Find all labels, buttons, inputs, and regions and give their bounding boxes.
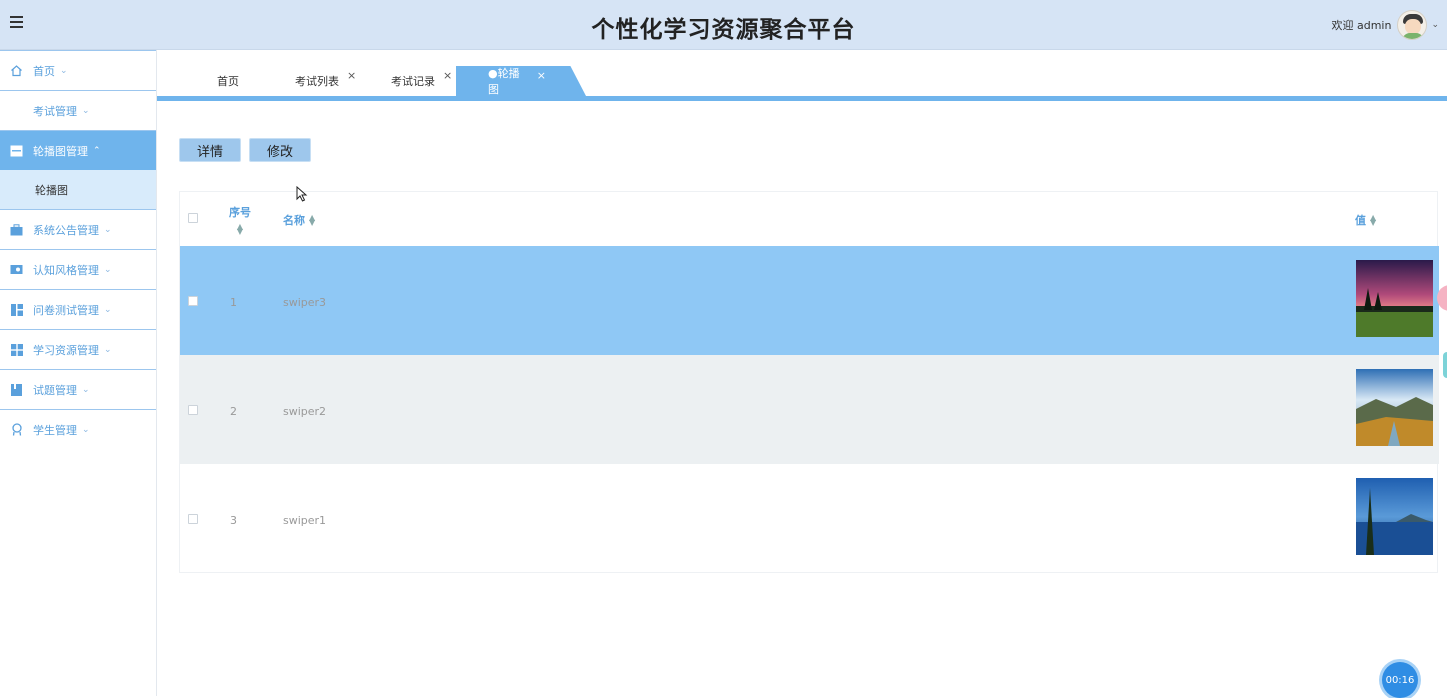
sidebar-item-label: 问卷测试管理 bbox=[33, 303, 99, 317]
sidebar-item-exam[interactable]: 考试管理 ⌄ bbox=[0, 90, 156, 130]
dashboard-icon bbox=[10, 303, 23, 316]
sidebar-item-cognitive-style[interactable]: 认知风格管理 ⌄ bbox=[0, 249, 156, 289]
column-header-label: 名称 bbox=[283, 214, 305, 227]
sidebar-item-carousel[interactable]: 轮播图管理 ⌃ bbox=[0, 130, 156, 170]
cell-index: 2 bbox=[230, 405, 237, 418]
grid-icon bbox=[10, 343, 23, 356]
row-checkbox[interactable] bbox=[188, 296, 198, 306]
thumbnail-image[interactable] bbox=[1356, 478, 1433, 555]
chevron-down-icon: ⌄ bbox=[104, 344, 112, 355]
table-row[interactable]: 2 swiper2 bbox=[180, 355, 1439, 464]
close-icon[interactable]: × bbox=[347, 69, 356, 82]
tab-label: 首页 bbox=[217, 75, 239, 88]
select-all-checkbox[interactable] bbox=[188, 213, 198, 223]
close-icon[interactable]: × bbox=[443, 69, 452, 82]
tab-exam-records[interactable]: 考试记录 × bbox=[381, 66, 462, 96]
mouse-cursor-icon bbox=[296, 186, 308, 202]
cell-name: swiper1 bbox=[283, 514, 327, 527]
column-header-label: 值 bbox=[1355, 214, 1366, 227]
sidebar-subitem-label: 轮播图 bbox=[35, 183, 68, 197]
data-table: 序号 ▲ ▼ 名称 ▲ ▼ 值 ▲ ▼ 1 swiper3 2 swiper2 … bbox=[179, 191, 1439, 573]
sort-icon[interactable]: ▲ ▼ bbox=[237, 223, 243, 236]
column-header-index[interactable]: 序号 ▲ ▼ bbox=[229, 204, 251, 236]
sidebar-item-questions[interactable]: 试题管理 ⌄ bbox=[0, 369, 156, 409]
sidebar-item-label: 考试管理 bbox=[33, 104, 77, 118]
recording-timer[interactable]: 00:16 bbox=[1382, 662, 1418, 698]
tab-underline bbox=[157, 96, 1447, 101]
sidebar-item-label: 学生管理 bbox=[33, 423, 77, 437]
side-float-tab[interactable] bbox=[1443, 352, 1447, 378]
welcome-text: 欢迎 admin bbox=[1331, 19, 1392, 32]
thumbnail-image[interactable] bbox=[1356, 369, 1433, 446]
column-header-label: 序号 bbox=[229, 206, 251, 219]
top-header: 个性化学习资源聚合平台 欢迎 admin ⌄ bbox=[0, 0, 1447, 50]
sort-icon[interactable]: ▲ ▼ bbox=[309, 214, 315, 227]
row-checkbox[interactable] bbox=[188, 514, 198, 524]
tab-bar: 首页 考试列表 × 考试记录 × ●轮播图 × bbox=[157, 50, 1447, 101]
tab-exam-list[interactable]: 考试列表 × bbox=[285, 66, 366, 96]
sort-icon[interactable]: ▲ ▼ bbox=[1370, 214, 1376, 227]
sidebar-item-label: 试题管理 bbox=[33, 383, 77, 397]
chevron-down-icon: ⌄ bbox=[104, 264, 112, 275]
page-title: 个性化学习资源聚合平台 bbox=[591, 17, 856, 43]
book-icon bbox=[10, 383, 23, 396]
user-icon bbox=[10, 423, 23, 436]
sidebar-item-home[interactable]: 首页 ⌄ bbox=[0, 50, 156, 90]
table-header: 序号 ▲ ▼ 名称 ▲ ▼ 值 ▲ ▼ bbox=[180, 192, 1439, 246]
sidebar-item-label: 轮播图管理 bbox=[33, 144, 88, 158]
tab-home[interactable]: 首页 bbox=[207, 66, 249, 96]
sidebar-item-questionnaire[interactable]: 问卷测试管理 ⌄ bbox=[0, 289, 156, 329]
chevron-down-icon: ⌄ bbox=[82, 424, 90, 435]
sidebar-subitem-carousel[interactable]: 轮播图 bbox=[0, 170, 156, 209]
sidebar-item-label: 系统公告管理 bbox=[33, 223, 99, 237]
cell-index: 3 bbox=[230, 514, 237, 527]
sidebar: 首页 ⌄ 考试管理 ⌄ 轮播图管理 ⌃ 轮播图 系统公告管理 ⌄ 认知风格管理 … bbox=[0, 50, 157, 696]
sidebar-item-label: 认知风格管理 bbox=[33, 263, 99, 277]
home-icon bbox=[10, 64, 23, 77]
chevron-down-icon: ⌄ bbox=[82, 105, 90, 116]
chevron-down-icon: ⌄ bbox=[60, 65, 68, 76]
sidebar-item-students[interactable]: 学生管理 ⌄ bbox=[0, 409, 156, 449]
briefcase-icon bbox=[10, 223, 23, 236]
tab-label: ●轮播图 bbox=[488, 67, 520, 96]
column-header-name[interactable]: 名称 ▲ ▼ bbox=[283, 212, 315, 228]
tab-label: 考试记录 bbox=[391, 75, 435, 88]
image-icon bbox=[10, 144, 23, 157]
chevron-down-icon[interactable]: ⌄ bbox=[1431, 20, 1439, 30]
cell-index: 1 bbox=[230, 296, 237, 309]
chevron-down-icon: ⌄ bbox=[104, 224, 112, 235]
avatar[interactable] bbox=[1397, 10, 1428, 40]
id-card-icon bbox=[10, 263, 23, 276]
chevron-down-icon: ⌄ bbox=[82, 384, 90, 395]
sidebar-item-label: 学习资源管理 bbox=[33, 343, 99, 357]
close-icon[interactable]: × bbox=[537, 69, 546, 82]
sidebar-item-notice[interactable]: 系统公告管理 ⌄ bbox=[0, 209, 156, 249]
chevron-down-icon: ⌄ bbox=[104, 304, 112, 315]
cell-name: swiper2 bbox=[283, 405, 327, 418]
edit-button[interactable]: 修改 bbox=[249, 138, 311, 162]
table-row[interactable]: 1 swiper3 bbox=[180, 246, 1439, 355]
row-checkbox[interactable] bbox=[188, 405, 198, 415]
sidebar-item-label: 首页 bbox=[33, 64, 55, 78]
column-header-value[interactable]: 值 ▲ ▼ bbox=[1355, 212, 1376, 228]
chevron-up-icon: ⌃ bbox=[93, 145, 101, 156]
detail-button[interactable]: 详情 bbox=[179, 138, 241, 162]
sidebar-item-resources[interactable]: 学习资源管理 ⌄ bbox=[0, 329, 156, 369]
cell-name: swiper3 bbox=[283, 296, 327, 309]
tab-carousel[interactable]: ●轮播图 × bbox=[456, 66, 586, 96]
tab-label: 考试列表 bbox=[295, 75, 339, 88]
thumbnail-image[interactable] bbox=[1356, 260, 1433, 337]
user-menu[interactable]: 欢迎 admin ⌄ bbox=[1331, 6, 1439, 44]
table-row[interactable]: 3 swiper1 bbox=[180, 464, 1439, 573]
